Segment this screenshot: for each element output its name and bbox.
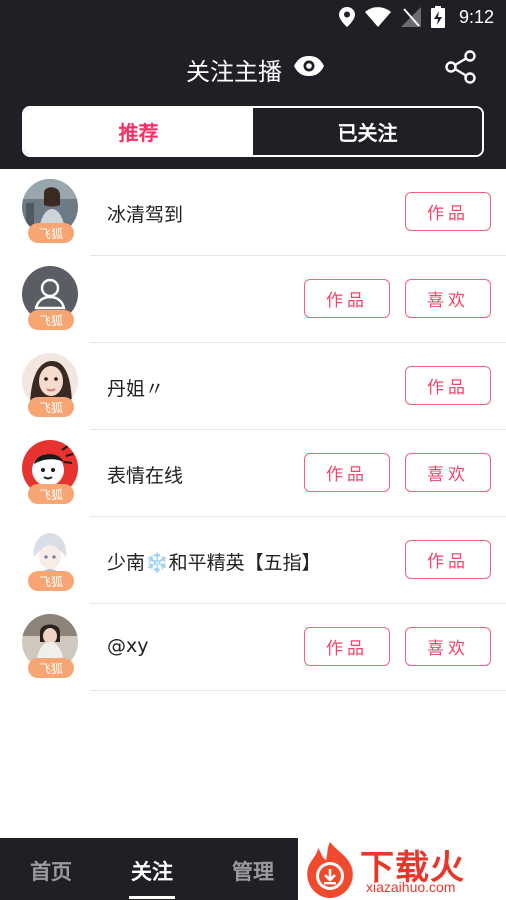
list-item: 飞狐 @xy 作品 喜欢 [0,604,506,691]
anchor-list: 飞狐 冰清驾到 作品 飞狐 作品 喜欢 飞狐 丹姐〃 作品 飞狐 表情在线 作品… [0,169,506,691]
title-row: 关注主播 [0,44,506,90]
location-icon [338,7,355,27]
tab-recommended[interactable]: 推荐 [24,108,253,155]
works-button[interactable]: 作品 [405,540,491,579]
anchor-name: 丹姐〃 [107,378,165,400]
top-header: 9:12 关注主播 推荐 已关注 [0,0,506,169]
avatar[interactable]: 飞狐 [22,266,78,330]
works-button[interactable]: 作品 [405,192,491,231]
status-icons: 9:12 [338,5,494,29]
list-item: 飞狐 少南❄️和平精英【五指】 作品 [0,517,506,604]
anchor-name: 表情在线 [107,465,184,487]
share-icon[interactable] [444,50,478,84]
platform-badge: 飞狐 [28,571,74,591]
platform-badge: 飞狐 [28,397,74,417]
platform-badge: 飞狐 [28,658,74,678]
avatar[interactable]: 飞狐 [22,614,78,678]
platform-badge: 飞狐 [28,223,74,243]
avatar[interactable]: 飞狐 [22,440,78,504]
list-item: 飞狐 作品 喜欢 [0,256,506,343]
tab-followed[interactable]: 已关注 [253,108,482,155]
platform-badge: 飞狐 [28,310,74,330]
nav-follow[interactable]: 关注 [131,856,173,886]
eye-icon[interactable] [293,55,325,77]
list-item: 飞狐 丹姐〃 作品 [0,343,506,430]
active-nav-indicator [129,896,175,899]
works-button[interactable]: 作品 [405,366,491,405]
nav-manage[interactable]: 管理 [232,856,274,886]
list-item: 飞狐 表情在线 作品 喜欢 [0,430,506,517]
watermark-logo: 下载火 xiazaihuo.com [298,838,506,900]
watermark-url: xiazaihuo.com [366,879,456,895]
list-item: 飞狐 冰清驾到 作品 [0,169,506,256]
likes-button[interactable]: 喜欢 [405,279,491,318]
bottom-nav: 首页 关注 管理 下载火 xiazaihuo.com [0,838,506,900]
tab-switcher: 推荐 已关注 [22,106,484,157]
anchor-name: @xy [107,635,149,657]
no-signal-icon [400,7,421,27]
platform-badge: 飞狐 [28,484,74,504]
works-button[interactable]: 作品 [304,453,390,492]
anchor-name: 少南❄️和平精英【五指】 [107,552,321,574]
likes-button[interactable]: 喜欢 [405,627,491,666]
works-button[interactable]: 作品 [304,627,390,666]
works-button[interactable]: 作品 [304,279,390,318]
avatar[interactable]: 飞狐 [22,353,78,417]
anchor-name: 冰清驾到 [107,204,184,226]
avatar[interactable]: 飞狐 [22,527,78,591]
status-bar: 9:12 [0,0,506,34]
nav-home[interactable]: 首页 [30,856,72,886]
battery-charging-icon [430,6,445,28]
avatar[interactable]: 飞狐 [22,179,78,243]
flame-logo-icon [307,842,353,898]
divider [90,690,506,691]
page-title: 关注主播 [186,58,282,86]
likes-button[interactable]: 喜欢 [405,453,491,492]
wifi-icon [364,7,391,27]
status-time: 9:12 [458,6,494,27]
